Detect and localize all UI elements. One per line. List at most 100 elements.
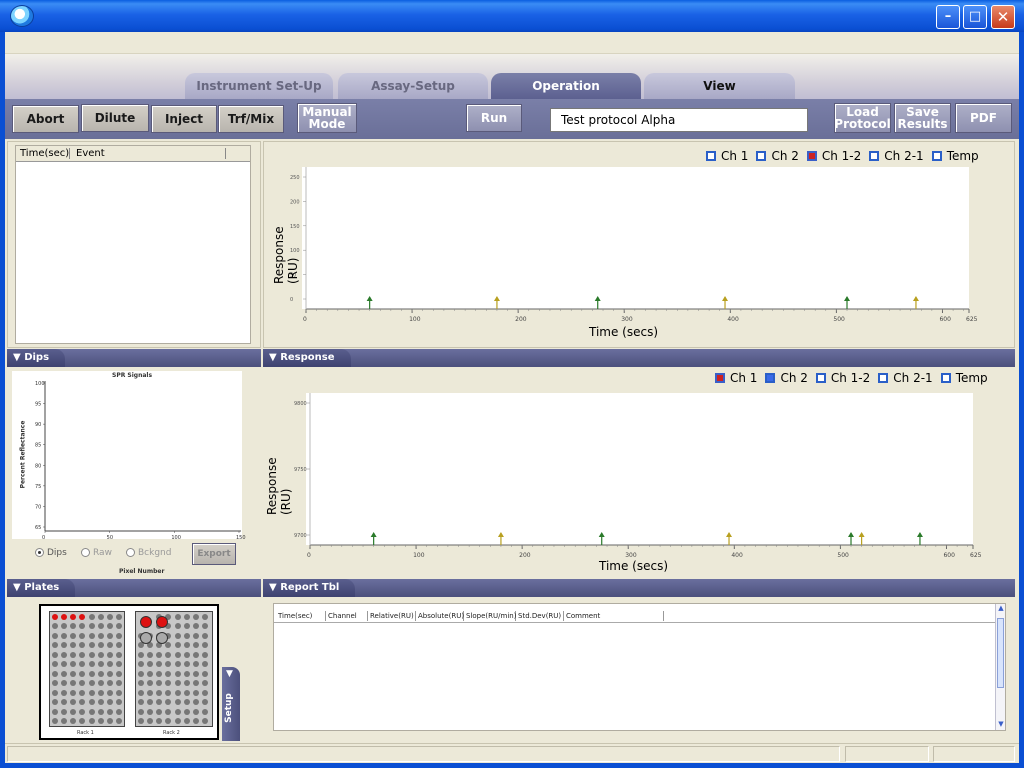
plate-well[interactable] [60,613,67,620]
plate-well[interactable] [183,642,190,649]
plate-well[interactable] [88,623,95,630]
plate-well[interactable] [156,670,163,677]
plate-well[interactable] [116,661,123,668]
plate-well[interactable] [51,613,58,620]
plate-well[interactable] [193,718,200,725]
plate-well[interactable] [165,718,172,725]
plate-well[interactable] [107,613,114,620]
plate-well[interactable] [79,651,86,658]
plate-well[interactable] [165,651,172,658]
plate-well[interactable] [137,651,144,658]
plate-well[interactable] [97,689,104,696]
abort-button[interactable]: Abort [12,105,79,133]
plate-well[interactable] [70,670,77,677]
report-header[interactable]: ▼ Report Tbl [263,579,1015,597]
plate-well[interactable] [107,651,114,658]
plate-well[interactable] [51,689,58,696]
plate-well[interactable] [88,670,95,677]
plate-well[interactable] [156,651,163,658]
plate-well[interactable] [79,670,86,677]
plate-well[interactable] [51,708,58,715]
plate-well[interactable] [116,623,123,630]
plate-well[interactable] [51,632,58,639]
plate-well[interactable] [146,670,153,677]
plate-well[interactable] [60,699,67,706]
plate-well[interactable] [116,718,123,725]
plate-well[interactable] [107,689,114,696]
plate-well[interactable] [193,670,200,677]
plate-well[interactable] [202,642,209,649]
maximize-button[interactable]: □ [963,5,987,29]
trf-mix-button[interactable]: Trf/Mix [218,105,284,133]
plate-well[interactable] [174,689,181,696]
plate-well[interactable] [202,613,209,620]
plate-well[interactable] [51,661,58,668]
plate-well[interactable] [146,651,153,658]
plate-well[interactable] [79,661,86,668]
plate-well[interactable] [51,670,58,677]
plate-well[interactable] [88,661,95,668]
plate-well[interactable] [156,708,163,715]
plate-well[interactable] [183,670,190,677]
plate-well[interactable] [60,708,67,715]
plate-well[interactable] [60,623,67,630]
tab-assay-setup[interactable]: Assay-Setup [338,73,488,99]
plate-well[interactable] [88,699,95,706]
tab-view[interactable]: View [644,73,795,99]
plate-well[interactable] [183,623,190,630]
plate-well[interactable] [193,642,200,649]
radio-raw[interactable]: Raw [81,548,112,558]
inject-button[interactable]: Inject [151,105,217,133]
plate-well[interactable] [146,680,153,687]
plate-well[interactable] [137,718,144,725]
plate-well[interactable] [202,651,209,658]
plate-well[interactable] [137,708,144,715]
plate-well[interactable] [183,651,190,658]
plate-well[interactable] [107,680,114,687]
plate-well[interactable] [183,689,190,696]
plate-well[interactable] [60,651,67,658]
plate-well[interactable] [97,680,104,687]
plate-well[interactable] [60,718,67,725]
plate-well[interactable] [88,689,95,696]
plate-well[interactable] [79,642,86,649]
plate-well[interactable] [202,689,209,696]
plate-well[interactable] [60,632,67,639]
report-column-header[interactable]: Channel [326,611,368,621]
plate-well[interactable] [193,661,200,668]
plate-well[interactable] [116,708,123,715]
plate-well[interactable] [183,699,190,706]
plate-well[interactable] [97,708,104,715]
plate-well[interactable] [116,642,123,649]
plate-well[interactable] [107,670,114,677]
plate-well[interactable] [193,689,200,696]
plate-vial[interactable] [140,616,152,628]
plate-well[interactable] [51,623,58,630]
app-logo-icon[interactable] [10,5,34,27]
report-column-header[interactable]: Relative(RU) [368,611,416,621]
radio-bckgnd[interactable]: Bckgnd [126,548,171,558]
plate-well[interactable] [165,661,172,668]
plate-well[interactable] [70,708,77,715]
plate-well[interactable] [174,699,181,706]
plate-well[interactable] [70,689,77,696]
plate-well[interactable] [88,613,95,620]
plate-well[interactable] [174,661,181,668]
plate-well[interactable] [156,718,163,725]
plate-well[interactable] [193,708,200,715]
plate-well[interactable] [174,623,181,630]
minimize-button[interactable]: – [936,5,960,29]
plate-well[interactable] [156,661,163,668]
plate-well[interactable] [79,708,86,715]
plate-well[interactable] [116,699,123,706]
plate-well[interactable] [146,661,153,668]
plate-well[interactable] [97,718,104,725]
plate-well[interactable] [97,699,104,706]
plate-well[interactable] [174,670,181,677]
plate-well[interactable] [79,632,86,639]
plate-well[interactable] [183,708,190,715]
plate-well[interactable] [202,661,209,668]
plate-well[interactable] [183,718,190,725]
plate-well[interactable] [183,680,190,687]
plate-well[interactable] [202,623,209,630]
